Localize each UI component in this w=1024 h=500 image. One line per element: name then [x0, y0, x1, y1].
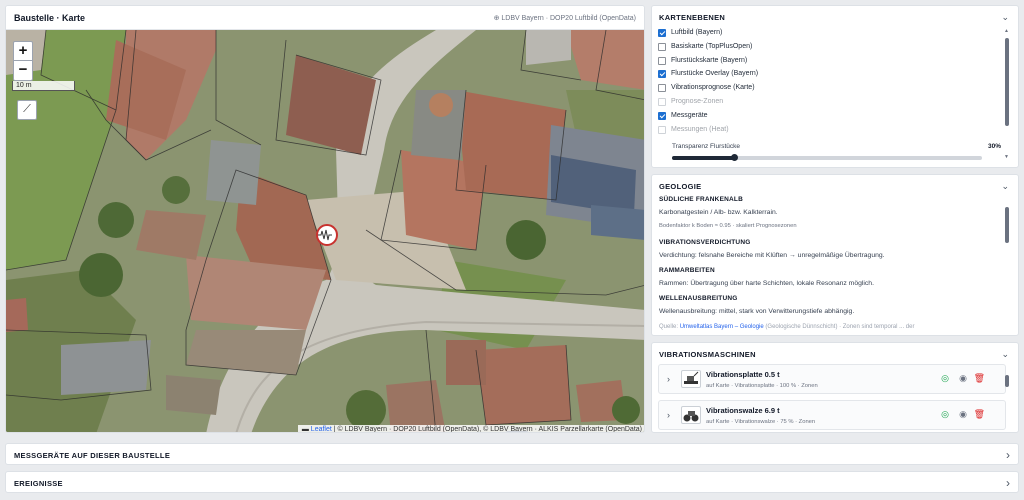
layer-toggle[interactable]: Flurstückskarte (Bayern) — [658, 55, 747, 67]
trash-icon[interactable]: 🗑 — [974, 373, 985, 384]
eye-icon[interactable]: ◉ — [959, 373, 967, 384]
chevron-down-icon[interactable]: ⌄ — [1001, 181, 1009, 192]
machine-name: Vibrationsplatte 0.5 t — [706, 370, 780, 379]
rammarbeiten-heading: RAMMARBEITEN — [659, 267, 715, 274]
chevron-right-icon[interactable]: › — [1006, 448, 1010, 462]
devices-section-bar[interactable]: MESSGERÄTE AUF DIESER BAUSTELLE › — [5, 443, 1019, 465]
machine-card[interactable]: › Vibrationswalze 6.9 t auf Karte · Vibr… — [658, 400, 1006, 430]
region-heading: SÜDLICHE FRANKENALB — [659, 196, 743, 203]
source-suffix: (Geologische Dünnschicht) · Zonen sind t… — [763, 324, 915, 330]
transparency-slider-thumb[interactable] — [731, 154, 738, 161]
flag-icon: ▬ — [301, 426, 309, 433]
machine-subtitle: auf Karte · Vibrationsplatte · 100 % · Z… — [706, 383, 818, 389]
layers-title: KARTENEBENEN — [659, 13, 726, 22]
soil-factor-text: Bodenfaktor k Boden ≈ 0.95 · skaliert Pr… — [659, 223, 797, 229]
chevron-right-icon[interactable]: › — [667, 410, 670, 420]
measure-tool-button[interactable]: ⟋ — [17, 100, 37, 120]
geology-source: Quelle: Umweltatlas Bayern – Geologie (G… — [659, 324, 914, 330]
layer-toggle: Messungen (Heat) — [658, 124, 729, 136]
layer-label: Flurstückskarte (Bayern) — [671, 56, 748, 64]
layer-toggle[interactable]: Flurstücke Overlay (Bayern) — [658, 68, 758, 80]
transparency-label: Transparenz Flurstücke — [672, 143, 741, 150]
source-prefix: Quelle: — [659, 324, 680, 330]
layer-toggle[interactable]: Luftbild (Bayern) — [658, 27, 722, 39]
chevron-right-icon[interactable]: › — [1006, 476, 1010, 490]
layer-label: Prognose-Zonen — [671, 98, 724, 105]
events-section-title: EREIGNISSE — [14, 479, 63, 488]
zoom-in-button[interactable]: + — [13, 41, 33, 61]
scroll-down-icon[interactable]: ▼ — [1004, 154, 1009, 160]
layer-checkbox[interactable] — [658, 42, 666, 51]
transparency-value: 30% — [987, 143, 1001, 150]
scroll-up-icon[interactable]: ▲ — [1004, 28, 1009, 34]
verdichtung-heading: VIBRATIONSVERDICHTUNG — [659, 239, 751, 246]
map-header: Baustelle · Karte ⊕ LDBV Bayern · DOP20 … — [6, 6, 644, 30]
wellen-text: Wellenausbreitung: mittel, stark von Ver… — [659, 308, 855, 315]
machines-title: VIBRATIONSMASCHINEN — [659, 350, 756, 359]
layer-label: Messungen (Heat) — [671, 125, 729, 133]
geology-title: GEOLOGIE — [659, 182, 702, 191]
map-source-label: ⊕ LDBV Bayern · DOP20 Luftbild (OpenData… — [493, 15, 636, 22]
vibration-roller-image — [681, 406, 701, 424]
layer-checkbox[interactable] — [658, 29, 666, 37]
leaflet-link[interactable]: Leaflet — [311, 426, 332, 432]
layer-toggle: Prognose-Zonen — [658, 96, 723, 108]
umweltatlas-link[interactable]: Umweltatlas Bayern – Geologie — [680, 324, 764, 330]
layer-toggle[interactable]: Vibrationsprognose (Karte) — [658, 82, 755, 94]
chevron-down-icon[interactable]: ⌄ — [1001, 12, 1009, 23]
layer-label: Basiskarte (TopPlusOpen) — [671, 42, 753, 50]
vibration-sensor-icon — [318, 229, 332, 241]
wellen-heading: WELLENAUSBREITUNG — [659, 295, 738, 302]
map-attribution: ▬ Leaflet | © LDBV Bayern · DOP20 Luftbi… — [297, 425, 644, 433]
layer-toggle[interactable]: Messgeräte — [658, 110, 708, 122]
layer-label: Messgeräte — [671, 111, 708, 119]
machine-name: Vibrationswalze 6.9 t — [706, 406, 780, 415]
layer-checkbox[interactable] — [658, 111, 666, 120]
machine-card[interactable]: › Vibrationsplatte 0.5 t auf Karte · Vib… — [658, 364, 1006, 394]
eye-icon[interactable]: ◉ — [959, 409, 967, 420]
target-icon[interactable]: ◎ — [941, 373, 949, 384]
vibration-machines-panel: VIBRATIONSMASCHINEN ⌄ › Vibrationsplatte… — [651, 342, 1019, 433]
layer-checkbox — [658, 98, 666, 106]
attribution-text: | © LDBV Bayern · DOP20 Luftbild (OpenDa… — [331, 426, 642, 433]
vibration-roller-icon — [683, 411, 699, 422]
events-section-bar[interactable]: EREIGNISSE › — [5, 471, 1019, 493]
zoom-out-button[interactable]: − — [13, 61, 33, 81]
aerial-map[interactable]: + − 10 m ⟋ ▬ Leaflet | © LDBV Bayern · D… — [6, 30, 644, 433]
trash-icon[interactable]: 🗑 — [974, 409, 985, 420]
machines-scrollbar[interactable] — [1005, 375, 1009, 387]
transparency-slider[interactable] — [672, 154, 982, 161]
geology-scrollbar[interactable] — [1005, 207, 1009, 243]
map-title: Baustelle · Karte — [14, 13, 86, 23]
verdichtung-text: Verdichtung: felsnahe Bereiche mit Klüft… — [659, 252, 885, 259]
map-layers-panel: KARTENEBENEN ⌄ Luftbild (Bayern) Basiskar… — [651, 5, 1019, 168]
chevron-right-icon[interactable]: › — [667, 374, 670, 384]
vibration-sensor-marker[interactable] — [316, 224, 338, 246]
region-text: Karbonatgestein / Alb- bzw. Kalkterrain. — [659, 209, 778, 216]
layers-scrollbar[interactable] — [1005, 38, 1009, 126]
layer-checkbox — [658, 125, 666, 134]
vibration-plate-image — [681, 370, 701, 388]
layer-label: Luftbild (Bayern) — [671, 29, 723, 36]
devices-section-title: MESSGERÄTE AUF DIESER BAUSTELLE — [14, 451, 171, 460]
layer-checkbox[interactable] — [658, 56, 666, 65]
layer-checkbox[interactable] — [658, 70, 666, 79]
layer-label: Vibrationsprognose (Karte) — [671, 84, 755, 92]
machine-subtitle: auf Karte · Vibrationswalze · 75 % · Zon… — [706, 419, 816, 425]
rammarbeiten-text: Rammen: Übertragung über harte Schichten… — [659, 280, 874, 287]
ruler-icon: ⟋ — [23, 103, 31, 115]
map-resize-handle[interactable] — [506, 431, 528, 432]
map-card: Baustelle · Karte ⊕ LDBV Bayern · DOP20 … — [5, 5, 645, 433]
geology-panel: GEOLOGIE ⌄ SÜDLICHE FRANKENALB Karbonatg… — [651, 174, 1019, 336]
transparency-slider-fill — [672, 156, 734, 160]
target-icon[interactable]: ◎ — [941, 409, 949, 420]
vibration-plate-icon — [684, 371, 699, 384]
layer-label: Flurstücke Overlay (Bayern) — [671, 70, 759, 78]
layer-toggle[interactable]: Basiskarte (TopPlusOpen) — [658, 41, 752, 53]
layer-checkbox[interactable] — [658, 84, 666, 93]
map-scale-bar: 10 m — [12, 81, 75, 91]
chevron-down-icon[interactable]: ⌄ — [1001, 349, 1009, 360]
